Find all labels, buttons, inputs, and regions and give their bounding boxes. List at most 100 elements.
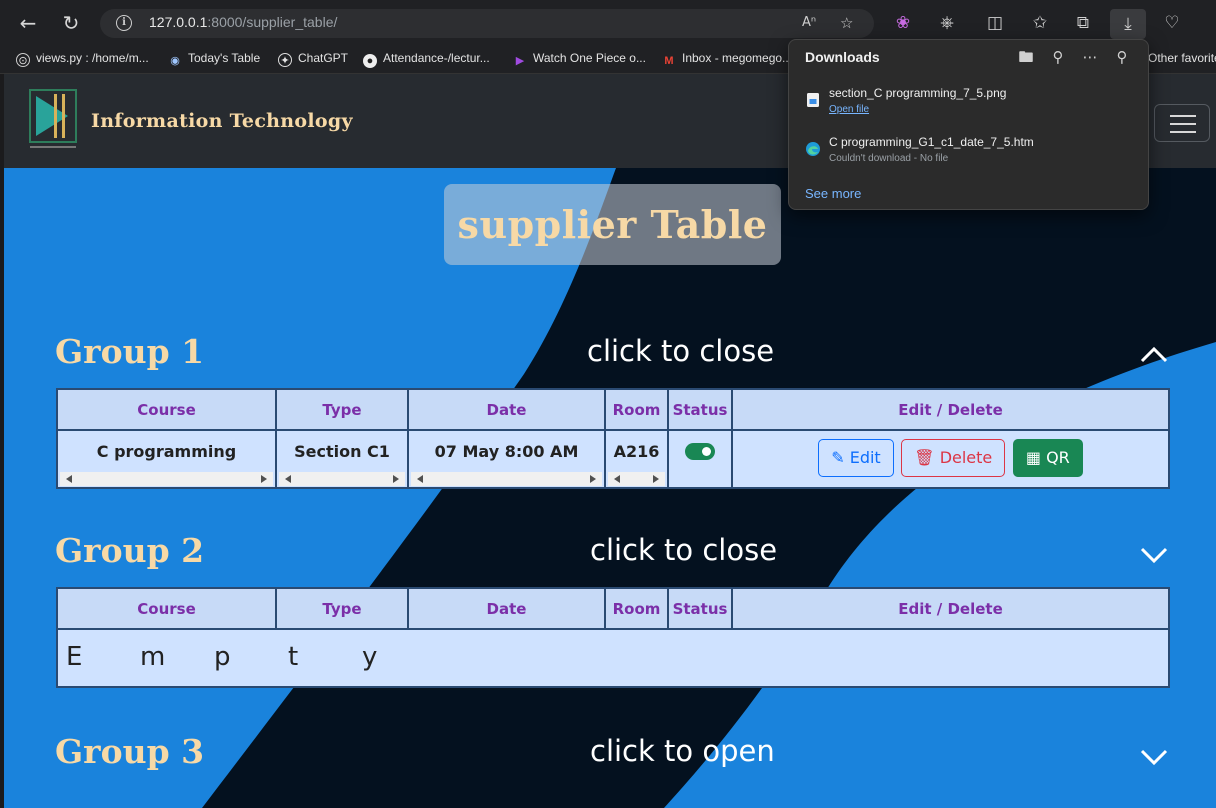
delete-button[interactable]: 🗑 Delete bbox=[901, 439, 1006, 477]
github-icon: ● bbox=[363, 54, 377, 68]
favorite-star-icon[interactable]: ☆ bbox=[840, 14, 853, 32]
see-more-link[interactable]: See more bbox=[805, 186, 861, 201]
group-1-toggle[interactable]: click to close bbox=[587, 334, 774, 368]
edit-pencil-icon: ✎ bbox=[831, 448, 845, 467]
col-course: Course bbox=[56, 388, 277, 431]
address-bar[interactable]: i 127.0.0.1:8000/supplier_table/ Aⁿ ☆ bbox=[100, 9, 874, 38]
refresh-icon[interactable]: ↻ bbox=[58, 10, 84, 36]
horizontal-scrollbar[interactable] bbox=[608, 472, 665, 486]
open-file-link[interactable]: Open file bbox=[829, 104, 869, 115]
room-value: A216 bbox=[613, 442, 660, 461]
empty-letter: t bbox=[288, 642, 299, 672]
empty-row: Em p t y bbox=[56, 628, 1170, 688]
browser-essentials-heart-icon[interactable]: ♡ bbox=[1160, 11, 1184, 35]
qr-code-icon: ▦ bbox=[1025, 448, 1041, 467]
date-value: 07 May 8:00 AM bbox=[434, 442, 579, 461]
bookmark-todays-table[interactable]: ◉ Today's Table bbox=[168, 51, 260, 68]
download-status: Couldn't download - No file bbox=[829, 153, 949, 164]
horizontal-scrollbar[interactable] bbox=[60, 472, 273, 486]
edit-button[interactable]: ✎ Edit bbox=[818, 439, 894, 477]
pin-icon[interactable]: ⚲ bbox=[1111, 46, 1133, 68]
search-icon[interactable]: ⚲ bbox=[1047, 46, 1069, 68]
download-filename: C programming_G1_c1_date_7_5.htm bbox=[829, 135, 1034, 149]
open-folder-icon[interactable]: 🖿 bbox=[1015, 46, 1037, 68]
favorites-icon[interactable]: ✩ bbox=[1028, 11, 1052, 35]
chevron-down-icon[interactable] bbox=[1139, 544, 1169, 564]
gmail-icon: M bbox=[664, 55, 674, 67]
downloads-title: Downloads bbox=[805, 49, 880, 65]
group-2-title: Group 2 bbox=[55, 531, 205, 570]
collections-icon[interactable]: ⧉ bbox=[1071, 11, 1095, 35]
trash-icon: 🗑 bbox=[914, 448, 935, 467]
bookmark-inbox[interactable]: M Inbox - megomego... bbox=[662, 51, 792, 68]
downloads-panel: Downloads 🖿 ⚲ ⋯ ⚲ section_C programming_… bbox=[788, 39, 1149, 210]
delete-label: Delete bbox=[939, 448, 993, 467]
bookmark-attendance[interactable]: ● Attendance-/lectur... bbox=[363, 51, 490, 68]
download-item[interactable]: C programming_G1_c1_date_7_5.htm Couldn'… bbox=[803, 135, 1133, 175]
split-screen-icon[interactable]: ◫ bbox=[983, 11, 1007, 35]
image-file-icon bbox=[807, 93, 819, 107]
col-date: Date bbox=[407, 587, 606, 630]
bookmark-one-piece[interactable]: ▶ Watch One Piece o... bbox=[513, 51, 646, 68]
cell-room: A216 bbox=[604, 429, 669, 489]
copilot-brain-icon[interactable]: ❀ bbox=[891, 11, 915, 35]
col-room: Room bbox=[604, 587, 669, 630]
site-logo[interactable] bbox=[28, 88, 78, 152]
bookmark-chatgpt[interactable]: ✦ ChatGPT bbox=[278, 51, 348, 67]
table-row: C programming Section C1 07 May 8:00 AM … bbox=[56, 429, 1170, 489]
group-1-title: Group 1 bbox=[55, 332, 205, 371]
group-3-title: Group 3 bbox=[55, 732, 205, 771]
chatgpt-icon: ✦ bbox=[278, 53, 292, 67]
col-edit-delete: Edit / Delete bbox=[731, 388, 1170, 431]
empty-letter: y bbox=[362, 642, 378, 672]
col-type: Type bbox=[275, 587, 409, 630]
bookmark-other-favorites[interactable]: Other favorite bbox=[1148, 51, 1216, 65]
qr-button[interactable]: ▦ QR bbox=[1012, 439, 1083, 477]
horizontal-scrollbar[interactable] bbox=[411, 472, 602, 486]
group-3-toggle[interactable]: click to open bbox=[590, 734, 775, 768]
hamburger-line bbox=[1170, 131, 1196, 133]
group-2-toggle[interactable]: click to close bbox=[590, 533, 777, 567]
table-header-row: Course Type Date Room Status Edit / Dele… bbox=[56, 587, 1170, 630]
download-item[interactable]: section_C programming_7_5.png Open file bbox=[803, 86, 1133, 126]
github-icon: ⊙ bbox=[16, 53, 30, 67]
group-2-table: Course Type Date Room Status Edit / Dele… bbox=[56, 587, 1170, 688]
chevron-up-icon[interactable] bbox=[1139, 344, 1169, 364]
cell-status bbox=[667, 429, 733, 489]
downloads-icon[interactable]: ⤓ bbox=[1110, 9, 1146, 39]
page-title-box: supplier Table bbox=[444, 184, 781, 265]
col-course: Course bbox=[56, 587, 277, 630]
back-arrow-icon[interactable]: ← bbox=[15, 10, 41, 36]
horizontal-scrollbar[interactable] bbox=[279, 472, 405, 486]
empty-letter: m bbox=[140, 642, 166, 672]
group-1-table: Course Type Date Room Status Edit / Dele… bbox=[56, 388, 1170, 489]
table-header-row: Course Type Date Room Status Edit / Dele… bbox=[56, 388, 1170, 431]
extensions-puzzle-icon[interactable]: ⎈ bbox=[935, 11, 959, 35]
cell-type: Section C1 bbox=[275, 429, 409, 489]
page-title: supplier Table bbox=[457, 202, 768, 247]
bookmark-views-py[interactable]: ⊙ views.py : /home/m... bbox=[16, 51, 149, 67]
more-options-icon[interactable]: ⋯ bbox=[1079, 46, 1101, 68]
cell-course: C programming bbox=[56, 429, 277, 489]
hamburger-line bbox=[1170, 123, 1196, 125]
col-status: Status bbox=[667, 388, 733, 431]
cell-actions: ✎ Edit 🗑 Delete ▦ QR bbox=[731, 429, 1170, 489]
hamburger-menu-icon bbox=[1170, 115, 1196, 117]
eye-icon: ◉ bbox=[170, 55, 180, 67]
navbar-toggler-button[interactable] bbox=[1154, 104, 1210, 142]
status-toggle-switch[interactable] bbox=[685, 443, 715, 460]
edit-label: Edit bbox=[849, 448, 881, 467]
url-text[interactable]: 127.0.0.1:8000/supplier_table/ bbox=[149, 14, 337, 30]
col-status: Status bbox=[667, 587, 733, 630]
site-info-icon[interactable]: i bbox=[116, 15, 132, 31]
col-edit-delete: Edit / Delete bbox=[731, 587, 1170, 630]
play-icon: ▶ bbox=[515, 55, 525, 67]
col-room: Room bbox=[604, 388, 669, 431]
cell-date: 07 May 8:00 AM bbox=[407, 429, 606, 489]
empty-letter: E bbox=[66, 642, 83, 672]
site-brand[interactable]: Information Technology bbox=[91, 110, 353, 132]
type-value: Section C1 bbox=[294, 442, 390, 461]
empty-message: Em p t y bbox=[56, 628, 1170, 688]
chevron-down-icon[interactable] bbox=[1139, 746, 1169, 766]
read-aloud-icon[interactable]: Aⁿ bbox=[802, 15, 816, 30]
